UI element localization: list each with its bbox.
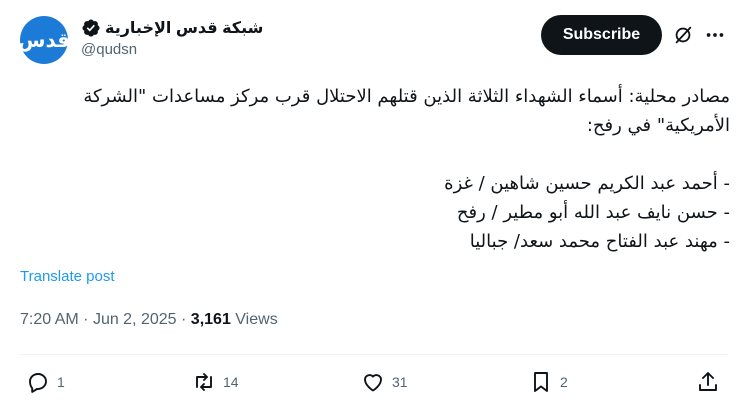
views-label: Views <box>235 311 278 328</box>
post-text: مصادر محلية: أسماء الشهداء الثلاثة الذين… <box>83 86 730 252</box>
like-button[interactable]: 31 <box>361 368 408 396</box>
reply-count: 1 <box>57 374 65 390</box>
repost-count: 14 <box>223 374 239 390</box>
grok-icon[interactable] <box>672 24 694 46</box>
bookmark-icon <box>534 372 548 392</box>
bookmark-count: 2 <box>560 374 568 390</box>
like-count: 31 <box>392 374 408 390</box>
handle[interactable]: @qudsn <box>81 41 263 58</box>
reply-icon <box>29 373 47 393</box>
share-icon <box>699 372 717 391</box>
bookmark-button[interactable]: 2 <box>529 368 568 396</box>
display-name-row: شبكة قدس الإخبارية <box>81 18 263 38</box>
repost-button[interactable]: 14 <box>192 368 239 396</box>
reply-button[interactable]: 1 <box>26 368 65 396</box>
repost-icon <box>196 373 212 391</box>
divider <box>20 354 727 355</box>
subscribe-button[interactable]: Subscribe <box>541 15 662 55</box>
heart-icon <box>364 374 382 392</box>
avatar-text: قدس <box>17 28 71 52</box>
translate-post-link[interactable]: Translate post <box>20 268 115 285</box>
views-count: 3,161 <box>190 311 231 328</box>
meta-separator: · <box>83 311 93 328</box>
meta-separator: · <box>181 311 191 328</box>
post-date[interactable]: Jun 2, 2025 <box>93 311 177 328</box>
post-time[interactable]: 7:20 AM <box>20 311 79 328</box>
post-meta: 7:20 AM · Jun 2, 2025 · 3,161 Views <box>20 311 278 329</box>
author-names: شبكة قدس الإخبارية @qudsn <box>81 18 263 58</box>
verified-badge-icon <box>82 19 100 37</box>
display-name[interactable]: شبكة قدس الإخبارية <box>105 18 263 38</box>
more-icon[interactable] <box>704 24 726 46</box>
post-header: قدس شبكة قدس الإخبارية @qudsn Subscribe <box>17 14 727 70</box>
share-button[interactable] <box>696 368 720 396</box>
avatar[interactable]: قدس <box>17 16 71 64</box>
action-bar: 1 14 31 2 <box>0 368 747 398</box>
